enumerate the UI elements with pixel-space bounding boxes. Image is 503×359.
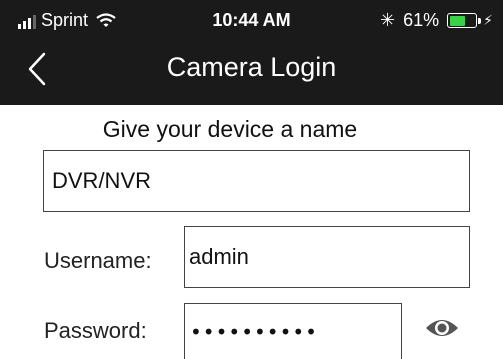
eye-icon[interactable] — [424, 314, 460, 342]
device-name-prompt: Give your device a name — [102, 116, 358, 142]
device-name-field[interactable] — [43, 150, 470, 212]
username-field[interactable] — [184, 226, 470, 288]
battery-icon — [447, 13, 482, 28]
bluetooth-icon: ✳ — [380, 10, 396, 30]
battery-level — [449, 15, 465, 26]
username-label: Username: — [44, 248, 152, 273]
status-right: ✳ 61% ⚡ — [380, 10, 493, 31]
password-field[interactable] — [184, 303, 402, 359]
app-header: Sprint 10:44 AM ✳ 61% ⚡ Camera Login — [0, 0, 503, 105]
status-bar: Sprint 10:44 AM ✳ 61% ⚡ — [0, 0, 503, 40]
page-title: Camera Login — [166, 52, 337, 82]
password-label: Password: — [44, 318, 147, 343]
nav-bar: Camera Login — [0, 40, 503, 98]
charging-icon: ⚡ — [483, 12, 493, 28]
battery-percent: 61% — [403, 10, 440, 30]
